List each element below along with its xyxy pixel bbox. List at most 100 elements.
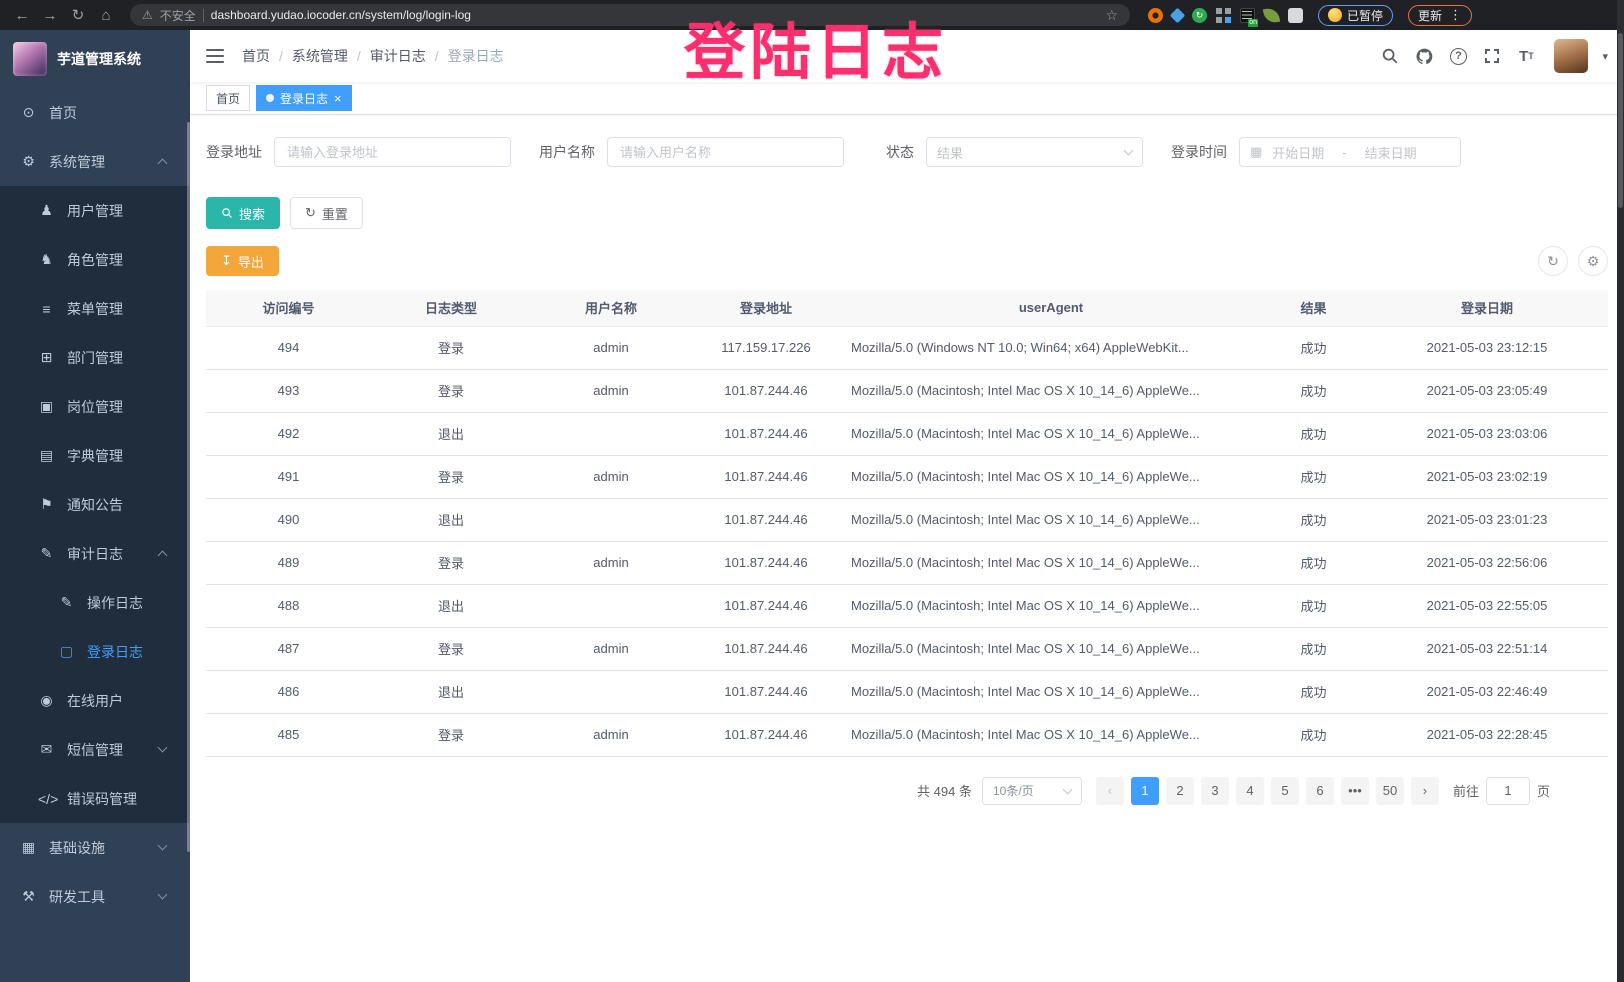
sidebar-item-label: 菜单管理 — [67, 299, 123, 319]
sidebar-item-notice-announcement[interactable]: ⚑通知公告 — [0, 480, 190, 529]
login-time-range-picker[interactable]: ▦ 开始日期 - 结束日期 — [1239, 137, 1461, 167]
username-input[interactable] — [607, 137, 844, 167]
paused-profile-chip[interactable]: 已暂停 — [1318, 5, 1393, 26]
table-row[interactable]: 485登录admin101.87.244.46Mozilla/5.0 (Maci… — [206, 713, 1608, 756]
search-button[interactable]: 搜索 — [206, 197, 280, 229]
table-cell: 487 — [206, 627, 371, 670]
sidebar-item-dict-management[interactable]: ▤ 字典管理 — [0, 431, 190, 480]
address-bar[interactable]: ⚠ 不安全 dashboard.yudao.iocoder.cn/system/… — [130, 4, 1130, 26]
sidebar-item-sms-management[interactable]: ✉短信管理 — [0, 725, 190, 774]
table-cell — [531, 498, 691, 541]
page-number-button[interactable]: 3 — [1201, 777, 1229, 805]
sidebar-item-label: 岗位管理 — [67, 397, 123, 417]
table-row[interactable]: 489登录admin101.87.244.46Mozilla/5.0 (Maci… — [206, 541, 1608, 584]
reset-button[interactable]: ↻ 重置 — [290, 197, 363, 229]
github-icon[interactable] — [1414, 46, 1434, 66]
puzzle-extensions-icon[interactable] — [1288, 8, 1303, 23]
table-row[interactable]: 492退出101.87.244.46Mozilla/5.0 (Macintosh… — [206, 412, 1608, 455]
search-button-label: 搜索 — [239, 204, 265, 223]
goto-page-input[interactable] — [1486, 777, 1530, 805]
dict-icon: ▤ — [38, 447, 55, 464]
diamond-extension-icon[interactable] — [1170, 7, 1186, 23]
table-row[interactable]: 487登录admin101.87.244.46Mozilla/5.0 (Maci… — [206, 627, 1608, 670]
login-address-input[interactable] — [274, 137, 511, 167]
browser-refresh-icon[interactable]: ↻ — [66, 6, 90, 24]
sidebar-item-menu-management[interactable]: ≡菜单管理 — [0, 284, 190, 333]
user-avatar[interactable] — [1554, 39, 1588, 73]
browser-home-icon[interactable]: ⌂ — [94, 7, 118, 24]
avatar-caret-down-icon[interactable]: ▾ — [1602, 50, 1608, 63]
chrome-update-button[interactable]: 更新 ⋮ — [1408, 5, 1472, 26]
sidebar-item-audit-log[interactable]: ✎审计日志 — [0, 529, 190, 578]
sidebar-item-label: 研发工具 — [49, 887, 105, 907]
switch-on-extension-icon[interactable] — [1240, 8, 1255, 23]
browser-back-icon[interactable]: ← — [10, 7, 34, 24]
sidebar-item-dev-tools[interactable]: ⚒研发工具 — [0, 872, 190, 921]
grid-extension-icon[interactable] — [1216, 8, 1231, 23]
table-row[interactable]: 493登录admin101.87.244.46Mozilla/5.0 (Maci… — [206, 369, 1608, 412]
sidebar-item-post-management[interactable]: ▣岗位管理 — [0, 382, 190, 431]
font-size-icon[interactable]: TT — [1516, 46, 1536, 66]
sidebar-item-dept-management[interactable]: ⊞部门管理 — [0, 333, 190, 382]
orange-extension-icon[interactable] — [1148, 8, 1163, 23]
login-address-label: 登录地址 — [206, 142, 262, 162]
breadcrumb-item[interactable]: 首页 — [242, 46, 270, 66]
bookmark-star-icon[interactable]: ☆ — [1105, 7, 1118, 24]
next-page-button[interactable]: › — [1411, 777, 1439, 805]
pagination: 共 494 条 10条/页 ‹123456•••50› 前往 页 — [206, 757, 1608, 805]
browser-forward-icon[interactable]: → — [38, 7, 62, 24]
page-url[interactable]: dashboard.yudao.iocoder.cn/system/log/lo… — [211, 8, 1099, 22]
breadcrumb-item[interactable]: 系统管理 — [292, 46, 348, 66]
sidebar-item-home[interactable]: ⊙首页 — [0, 88, 190, 137]
page-number-button[interactable]: 1 — [1131, 777, 1159, 805]
page-size-select[interactable]: 10条/页 — [982, 777, 1082, 805]
page-number-button[interactable]: 5 — [1271, 777, 1299, 805]
sidebar-item-label: 在线用户 — [67, 691, 123, 711]
page-number-button[interactable]: 6 — [1306, 777, 1334, 805]
prev-page-button[interactable]: ‹ — [1096, 777, 1124, 805]
sidebar-item-operation-log[interactable]: ✎操作日志 — [0, 578, 190, 627]
export-button[interactable]: ↧ 导出 — [206, 246, 279, 276]
sidebar-item-online-users[interactable]: ◉在线用户 — [0, 676, 190, 725]
tab-item[interactable]: 首页 — [206, 85, 250, 111]
sidebar-item-role-management[interactable]: ♞角色管理 — [0, 235, 190, 284]
tab-active[interactable]: 登录日志× — [256, 85, 352, 111]
pager-ellipsis[interactable]: ••• — [1341, 777, 1369, 805]
page-number-button[interactable]: 50 — [1376, 777, 1404, 805]
sidebar-item-label: 字典管理 — [67, 446, 123, 466]
search-icon[interactable] — [1380, 46, 1400, 66]
table-row[interactable]: 491登录admin101.87.244.46Mozilla/5.0 (Maci… — [206, 455, 1608, 498]
column-settings-button[interactable]: ⚙ — [1578, 246, 1608, 276]
page-number-button[interactable]: 4 — [1236, 777, 1264, 805]
leaf-extension-icon[interactable] — [1263, 6, 1280, 23]
table-row[interactable]: 486退出101.87.244.46Mozilla/5.0 (Macintosh… — [206, 670, 1608, 713]
sidebar-item-login-log[interactable]: ▢登录日志 — [0, 627, 190, 676]
green-sync-extension-icon[interactable] — [1192, 8, 1207, 23]
sidebar-item-infrastructure[interactable]: ▦基础设施 — [0, 823, 190, 872]
browser-menu-kebab-icon[interactable]: ⋮ — [1449, 7, 1462, 23]
scrollbar-thumb[interactable] — [1618, 33, 1623, 208]
help-icon[interactable]: ? — [1448, 46, 1468, 66]
table-row[interactable]: 494登录admin117.159.17.226Mozilla/5.0 (Win… — [206, 326, 1608, 369]
page-number-button[interactable]: 2 — [1166, 777, 1194, 805]
not-secure-warning-icon: ⚠ — [142, 8, 153, 22]
not-secure-label[interactable]: 不安全 — [160, 7, 196, 24]
refresh-table-button[interactable]: ↻ — [1538, 246, 1568, 276]
calendar-icon: ▦ — [1250, 144, 1262, 160]
table-row[interactable]: 490退出101.87.244.46Mozilla/5.0 (Macintosh… — [206, 498, 1608, 541]
fullscreen-icon[interactable] — [1482, 46, 1502, 66]
close-icon[interactable]: × — [334, 92, 342, 105]
tags-view-bar: 首页登录日志× — [190, 82, 1624, 115]
sidebar-item-error-code-management[interactable]: </>错误码管理 — [0, 774, 190, 823]
sidebar-logo-row[interactable]: 芋道管理系统 — [0, 30, 190, 88]
tab-label: 首页 — [216, 90, 240, 107]
breadcrumb-item[interactable]: 审计日志 — [370, 46, 426, 66]
table-cell: 101.87.244.46 — [691, 670, 841, 713]
sidebar-item-system-management[interactable]: ⚙系统管理 — [0, 137, 190, 186]
browser-scrollbar[interactable] — [1617, 0, 1624, 982]
hamburger-icon[interactable] — [206, 49, 224, 63]
status-select[interactable]: 结果 — [926, 137, 1143, 167]
table-row[interactable]: 488退出101.87.244.46Mozilla/5.0 (Macintosh… — [206, 584, 1608, 627]
table-cell: 493 — [206, 369, 371, 412]
sidebar-item-user-management[interactable]: ♟用户管理 — [0, 186, 190, 235]
